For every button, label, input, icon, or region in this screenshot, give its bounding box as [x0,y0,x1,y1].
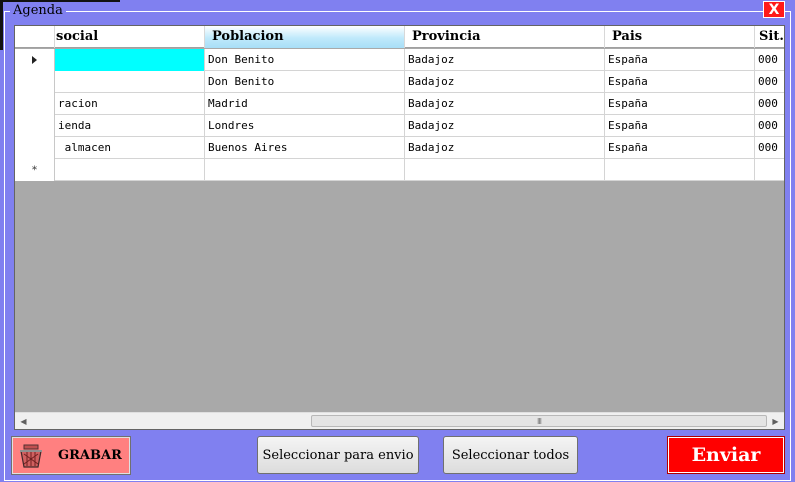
cell-pais[interactable]: España [605,115,755,137]
row-pointer-icon [32,56,37,64]
cell-sit[interactable]: 000 [755,93,784,115]
group-frame-right [790,11,791,481]
cell-poblacion[interactable]: Madrid [205,93,405,115]
column-header-pais[interactable]: Pais [605,26,755,48]
cell-pais[interactable]: España [605,71,755,93]
select-for-send-button[interactable]: Seleccionar para envio [257,436,419,474]
grid-header: social Poblacion Provincia Pais Sit. [15,26,784,48]
cell-social[interactable] [55,49,205,71]
table-row[interactable]: ienda Londres Badajoz España 000 [15,115,784,137]
column-header-poblacion[interactable]: Poblacion [205,26,405,48]
table-row[interactable]: racion Madrid Badajoz España 000 [15,93,784,115]
header-corner[interactable] [15,26,55,48]
group-frame-left [4,11,5,481]
cell-sit[interactable]: 000 [755,115,784,137]
close-button[interactable]: X [763,1,785,18]
cell-pais[interactable]: España [605,49,755,71]
new-row[interactable]: * [15,159,784,181]
cell-poblacion[interactable]: Don Benito [205,49,405,71]
scrollbar-thumb[interactable]: III [311,415,767,427]
save-basket-icon [18,443,44,469]
group-frame-bottom [4,480,791,481]
window-edge-strip [0,0,120,2]
cell-poblacion[interactable]: Buenos Aires [205,137,405,159]
cell-poblacion[interactable] [205,159,405,181]
agenda-grid[interactable]: social Poblacion Provincia Pais Sit. Don… [14,25,785,430]
cell-sit[interactable]: 000 [755,137,784,159]
cell-social[interactable]: racion [55,93,205,115]
row-header[interactable] [15,93,55,115]
cell-social[interactable]: ienda [55,115,205,137]
scroll-left-icon[interactable]: ◀ [15,413,32,429]
window-edge-strip-left [0,0,3,50]
cell-sit[interactable] [755,159,784,181]
row-header[interactable] [15,71,55,93]
cell-poblacion[interactable]: Londres [205,115,405,137]
cell-pais[interactable]: España [605,93,755,115]
cell-pais[interactable]: España [605,137,755,159]
new-row-marker: * [15,159,55,181]
grabar-button[interactable]: GRABAR [11,436,131,475]
cell-provincia[interactable]: Badajoz [405,71,605,93]
select-all-button[interactable]: Seleccionar todos [443,436,578,474]
column-header-sit[interactable]: Sit. [755,26,784,48]
cell-provincia[interactable]: Badajoz [405,93,605,115]
scroll-right-icon[interactable]: ▶ [767,413,784,429]
grabar-label: GRABAR [58,448,122,463]
row-header[interactable] [15,115,55,137]
table-row[interactable]: Don Benito Badajoz España 000 [15,71,784,93]
cell-social[interactable] [55,71,205,93]
column-header-provincia[interactable]: Provincia [405,26,605,48]
cell-poblacion[interactable]: Don Benito [205,71,405,93]
table-row[interactable]: almacen Buenos Aires Badajoz España 000 [15,137,784,159]
cell-social[interactable]: almacen [55,137,205,159]
group-title: Agenda [10,3,66,19]
cell-provincia[interactable]: Badajoz [405,49,605,71]
cell-provincia[interactable]: Badajoz [405,115,605,137]
table-row[interactable]: Don Benito Badajoz España 000 [15,49,784,71]
horizontal-scrollbar[interactable]: ◀ III ▶ [15,412,784,429]
row-header[interactable] [15,49,55,71]
group-frame-top [4,11,791,12]
row-header[interactable] [15,137,55,159]
cell-social[interactable] [55,159,205,181]
send-button[interactable]: Enviar [667,436,785,474]
cell-provincia[interactable] [405,159,605,181]
cell-sit[interactable]: 000 [755,71,784,93]
cell-provincia[interactable]: Badajoz [405,137,605,159]
cell-pais[interactable] [605,159,755,181]
cell-sit[interactable]: 000 [755,49,784,71]
column-header-social[interactable]: social [55,26,205,48]
